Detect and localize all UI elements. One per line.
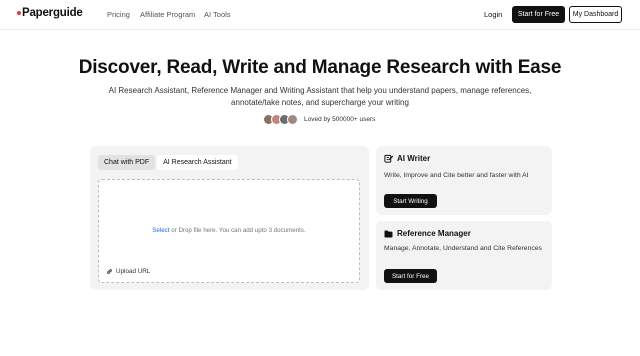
ai-writer-card: AI Writer Write, Improve and Cite better… [376,146,552,215]
reference-manager-card: Reference Manager Manage, Annotate, Unde… [376,221,552,290]
tab-chat-with-pdf[interactable]: Chat with PDF [98,155,156,170]
page-title: Discover, Read, Write and Manage Researc… [78,57,562,78]
upload-tabs: Chat with PDF AI Research Assistant [98,155,238,170]
logo[interactable]: Paperguide [17,7,83,19]
my-dashboard-button[interactable]: My Dashboard [569,6,622,23]
start-for-free-button[interactable]: Start for Free [512,6,565,23]
reference-start-for-free-button[interactable]: Start for Free [384,269,437,283]
ai-writer-title: AI Writer [397,154,431,163]
select-file-link[interactable]: Select [152,227,169,234]
nav-link-pricing[interactable]: Pricing [107,10,130,19]
user-avatars [263,114,298,125]
hero-subtitle: AI Research Assistant, Reference Manager… [108,86,532,107]
ai-writer-header: AI Writer [384,154,430,163]
upload-url-link[interactable]: Upload URL [106,268,150,275]
reference-manager-description: Manage, Annotate, Understand and Cite Re… [384,245,542,252]
reference-manager-header: Reference Manager [384,229,471,238]
dropzone-text: Select or Drop file here. You can add up… [99,227,359,234]
reference-manager-title: Reference Manager [397,229,471,238]
start-writing-button[interactable]: Start Writing [384,194,437,208]
ai-writer-description: Write, Improve and Cite better and faste… [384,172,529,179]
drop-instructions: or Drop file here. You can add upto 3 do… [171,227,306,234]
upload-url-label: Upload URL [116,268,151,275]
top-nav: Paperguide Pricing Affiliate Program AI … [0,0,640,30]
file-dropzone[interactable]: Select or Drop file here. You can add up… [98,179,360,283]
tab-ai-research-assistant[interactable]: AI Research Assistant [157,155,238,170]
nav-link-ai-tools[interactable]: AI Tools [204,10,231,19]
logo-dot-icon [17,11,21,15]
upload-card: Chat with PDF AI Research Assistant Sele… [90,146,369,290]
pen-square-icon [384,154,393,163]
avatar [287,114,298,125]
login-link[interactable]: Login [484,10,502,19]
nav-link-affiliate-program[interactable]: Affiliate Program [140,10,195,19]
loved-by-text: Loved by 500000+ users [304,116,376,123]
social-proof: Loved by 500000+ users [263,113,375,126]
logo-text: Paperguide [22,7,83,19]
link-icon [107,269,112,274]
folder-icon [384,229,393,238]
